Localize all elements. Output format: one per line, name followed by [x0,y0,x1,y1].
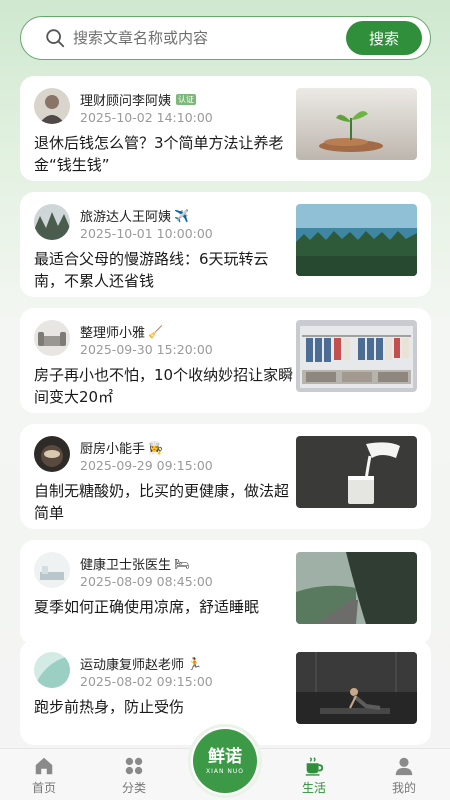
article-author: 运动康复师赵老师 🏃 [80,656,202,674]
grid-icon [123,755,145,777]
search-button[interactable]: 搜索 [346,21,422,55]
article-card[interactable]: 健康卫士张医生 🛏 2025-08-09 08:45:00 夏季如何正确使用凉席，… [20,540,431,645]
article-title[interactable]: 最适合父母的慢游路线：6天玩转云南，不累人还省钱 [34,248,296,292]
search-input[interactable] [73,17,343,59]
article-title[interactable]: 退休后钱怎么管？3个简单方法让养老金“钱生钱” [34,132,296,176]
article-time: 2025-08-09 08:45:00 [80,574,213,589]
home-icon [33,755,55,777]
article-author: 整理师小雅 🧹 [80,324,163,342]
author-avatar [34,88,70,124]
logo-subtext: XIAN NUO [206,767,244,775]
search-bar: 搜索 [20,16,431,60]
nav-mine[interactable]: 我的 [374,749,434,800]
article-thumbnail [296,552,417,624]
article-author: 旅游达人王阿姨 ✈️ [80,208,189,226]
article-card[interactable]: 厨房小能手 👩‍🍳 2025-09-29 09:15:00 自制无糖酸奶，比买的更… [20,424,431,529]
article-time: 2025-09-29 09:15:00 [80,458,213,473]
nav-mine-label: 我的 [391,781,416,795]
article-author: 厨房小能手 👩‍🍳 [80,440,163,458]
article-thumbnail [296,320,417,392]
author-avatar [34,204,70,240]
article-title[interactable]: 夏季如何正确使用凉席，舒适睡眠 [34,596,296,618]
user-icon [393,755,415,777]
article-thumbnail [296,88,417,160]
logo-text: 鲜诺 [208,746,242,767]
article-card[interactable]: 整理师小雅 🧹 2025-09-30 15:20:00 房子再小也不怕，10个收纳… [20,308,431,413]
article-title[interactable]: 跑步前热身，防止受伤 [34,696,296,718]
chef-icon: 👩‍🍳 [148,440,163,455]
runner-icon: 🏃 [187,656,202,671]
broom-icon: 🧹 [148,324,163,339]
nav-home[interactable]: 首页 [14,749,74,800]
article-author: 理财顾问李阿姨 认证 [80,94,197,109]
article-title[interactable]: 自制无糖酸奶，比买的更健康，做法超简单 [34,480,296,524]
coffee-cup-icon [303,755,325,777]
article-time: 2025-10-01 10:00:00 [80,226,213,241]
article-time: 2025-09-30 15:20:00 [80,342,213,357]
verified-badge: 认证 [176,94,197,105]
author-avatar [34,552,70,588]
brand-logo: 鲜诺 XIAN NUO [193,729,257,793]
article-time: 2025-10-02 14:10:00 [80,110,213,125]
article-thumbnail [296,652,417,724]
nav-life-label: 生活 [301,781,326,795]
search-icon [44,27,66,49]
article-thumbnail [296,436,417,508]
nav-category-label: 分类 [121,781,146,795]
nav-home-label: 首页 [31,781,56,795]
author-avatar [34,320,70,356]
author-avatar [34,436,70,472]
article-card[interactable]: 旅游达人王阿姨 ✈️ 2025-10-01 10:00:00 最适合父母的慢游路线… [20,192,431,297]
bed-icon: 🛏 [174,556,190,571]
author-avatar [34,652,70,688]
center-logo-button[interactable]: 鲜诺 XIAN NUO [188,724,262,798]
nav-category[interactable]: 分类 [104,749,164,800]
article-author: 健康卫士张医生 🛏 [80,556,190,574]
nav-life[interactable]: 生活 [284,749,344,800]
article-thumbnail [296,204,417,276]
airplane-icon: ✈️ [174,208,189,223]
article-card[interactable]: 理财顾问李阿姨 认证 2025-10-02 14:10:00 退休后钱怎么管？3个… [20,76,431,181]
article-time: 2025-08-02 09:15:00 [80,674,213,689]
article-title[interactable]: 房子再小也不怕，10个收纳妙招让家瞬间变大20㎡ [34,364,296,408]
